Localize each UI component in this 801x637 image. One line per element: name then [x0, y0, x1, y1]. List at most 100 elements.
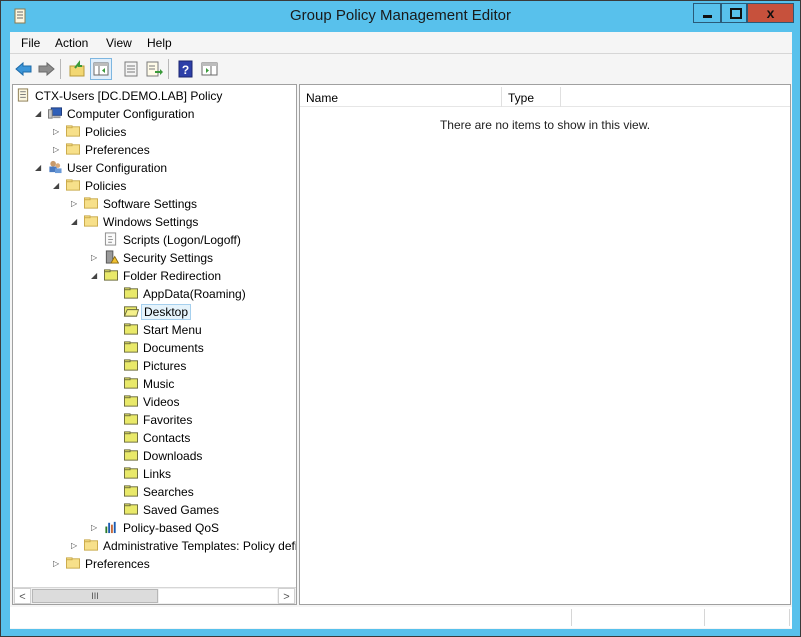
tree-item-label: Policy-based QoS	[123, 521, 220, 535]
tree-item[interactable]: Saved Games	[13, 501, 296, 519]
collapse-arrow-icon[interactable]: ◢	[53, 181, 61, 191]
up-one-level-button[interactable]	[66, 58, 88, 80]
tree-item[interactable]: Scripts (Logon/Logoff)	[13, 231, 296, 249]
tree-item[interactable]: Videos	[13, 393, 296, 411]
expand-arrow-icon[interactable]: ▷	[91, 523, 99, 533]
redirect-folder-icon	[124, 323, 138, 335]
status-separator	[704, 609, 705, 626]
menu-file[interactable]: File	[21, 36, 40, 50]
tree-item-label: Videos	[143, 395, 180, 409]
folder-icon	[66, 143, 80, 155]
menu-bar: File Action View Help	[10, 32, 792, 54]
tree-item[interactable]: Start Menu	[13, 321, 296, 339]
tree-item[interactable]: ◢ Policies	[13, 177, 296, 195]
column-header-type[interactable]: Type	[502, 87, 561, 107]
redirect-folder-icon	[124, 431, 138, 443]
tree-item[interactable]: Documents	[13, 339, 296, 357]
back-button[interactable]	[13, 58, 35, 80]
maximize-button[interactable]	[721, 3, 747, 23]
tree-item[interactable]: Searches	[13, 483, 296, 501]
tree-item[interactable]: Pictures	[13, 357, 296, 375]
computer-icon	[47, 107, 62, 119]
forward-button[interactable]	[35, 58, 57, 80]
tree-item[interactable]: ▷ Preferences	[13, 555, 296, 573]
users-icon	[49, 160, 62, 174]
show-hide-console-tree-button[interactable]	[90, 58, 112, 80]
scroll-left-button[interactable]: <	[14, 588, 31, 604]
tree-item-label: Documents	[143, 341, 204, 355]
tree-item[interactable]: Favorites	[13, 411, 296, 429]
folder-icon	[84, 539, 98, 551]
collapse-arrow-icon[interactable]: ◢	[35, 163, 43, 173]
expand-arrow-icon[interactable]: ▷	[71, 541, 79, 551]
redirect-folder-icon	[124, 359, 138, 371]
show-hide-action-pane-button[interactable]	[198, 58, 220, 80]
empty-list-message: There are no items to show in this view.	[439, 118, 651, 132]
menu-view[interactable]: View	[106, 36, 132, 50]
gpo-scroll-icon	[17, 88, 29, 102]
app-window: Group Policy Management Editor x File Ac…	[0, 0, 801, 637]
scrollbar-track[interactable]	[159, 589, 277, 603]
title-bar[interactable]: Group Policy Management Editor x	[1, 1, 800, 31]
tree-item[interactable]: AppData(Roaming)	[13, 285, 296, 303]
tree-item[interactable]: CTX-Users [DC.DEMO.LAB] Policy	[13, 87, 296, 105]
redirect-folder-icon	[124, 413, 138, 425]
tree-item-label: CTX-Users [DC.DEMO.LAB] Policy	[35, 89, 223, 103]
details-pane[interactable]: Name Type There are no items to show in …	[299, 84, 791, 605]
folder-up-icon	[69, 60, 85, 77]
collapse-arrow-icon[interactable]: ◢	[35, 109, 43, 119]
expand-arrow-icon[interactable]: ▷	[53, 145, 61, 155]
redirect-folder-icon	[104, 269, 118, 281]
tree-item-label: Desktop	[141, 304, 192, 320]
window-title: Group Policy Management Editor	[290, 7, 511, 24]
toolbar: ?	[10, 55, 792, 83]
close-icon: x	[766, 5, 775, 21]
tree-item-label: Downloads	[143, 449, 203, 463]
scroll-right-button[interactable]: >	[278, 588, 295, 604]
tree-item[interactable]: ◢ Computer Configuration	[13, 105, 296, 123]
tree-item[interactable]: Downloads	[13, 447, 296, 465]
tree-item-label: Scripts (Logon/Logoff)	[123, 233, 241, 247]
tree-item[interactable]: ◢ Folder Redirection	[13, 267, 296, 285]
console-tree[interactable]: CTX-Users [DC.DEMO.LAB] Policy ◢ Computer …	[12, 84, 297, 605]
tree-item[interactable]: ▷ Security Settings	[13, 249, 296, 267]
expand-arrow-icon[interactable]: ▷	[53, 127, 61, 137]
redirect-folder-icon	[124, 467, 138, 479]
close-button[interactable]: x	[747, 3, 794, 23]
status-separator	[789, 609, 790, 626]
properties-button[interactable]	[120, 58, 142, 80]
tree-item[interactable]: ▷ Policy-based QoS	[13, 519, 296, 537]
collapse-arrow-icon[interactable]: ◢	[91, 271, 99, 281]
expand-arrow-icon[interactable]: ▷	[71, 199, 79, 209]
menu-help[interactable]: Help	[147, 36, 172, 50]
tree-item[interactable]: ▷ Software Settings	[13, 195, 296, 213]
tree-item-label: Administrative Templates: Policy defir	[103, 539, 297, 553]
tree-item-label: User Configuration	[67, 161, 168, 175]
expand-arrow-icon[interactable]: ▷	[53, 559, 61, 569]
redirect-folder-icon	[124, 377, 138, 389]
tree-item[interactable]: ▷ Preferences	[13, 141, 296, 159]
horizontal-scrollbar[interactable]: < III >	[13, 587, 296, 604]
properties-icon	[124, 61, 138, 77]
status-bar	[10, 607, 792, 628]
tree-item[interactable]: ▷ Policies	[13, 123, 296, 141]
tree-item[interactable]: Music	[13, 375, 296, 393]
expand-arrow-icon[interactable]: ▷	[91, 253, 99, 263]
help-button[interactable]: ?	[174, 58, 196, 80]
tree-item[interactable]: Links	[13, 465, 296, 483]
tree-item[interactable]: Contacts	[13, 429, 296, 447]
tree-item[interactable]: ◢ User Configuration	[13, 159, 296, 177]
tree-item-label: Policies	[85, 179, 127, 193]
tree-item-label: Links	[143, 467, 172, 481]
collapse-arrow-icon[interactable]: ◢	[71, 217, 79, 227]
tree-item[interactable]: ◢ Windows Settings	[13, 213, 296, 231]
export-list-button[interactable]	[143, 58, 165, 80]
menu-action[interactable]: Action	[55, 36, 88, 50]
tree-item[interactable]: Desktop	[13, 303, 296, 321]
column-header-name[interactable]: Name	[300, 87, 502, 107]
redirect-folder-icon	[124, 341, 138, 353]
tree-item[interactable]: ▷ Administrative Templates: Policy defir	[13, 537, 296, 555]
redirect-folder-icon	[124, 287, 138, 299]
minimize-button[interactable]	[693, 3, 721, 23]
scrollbar-thumb[interactable]: III	[32, 589, 158, 603]
